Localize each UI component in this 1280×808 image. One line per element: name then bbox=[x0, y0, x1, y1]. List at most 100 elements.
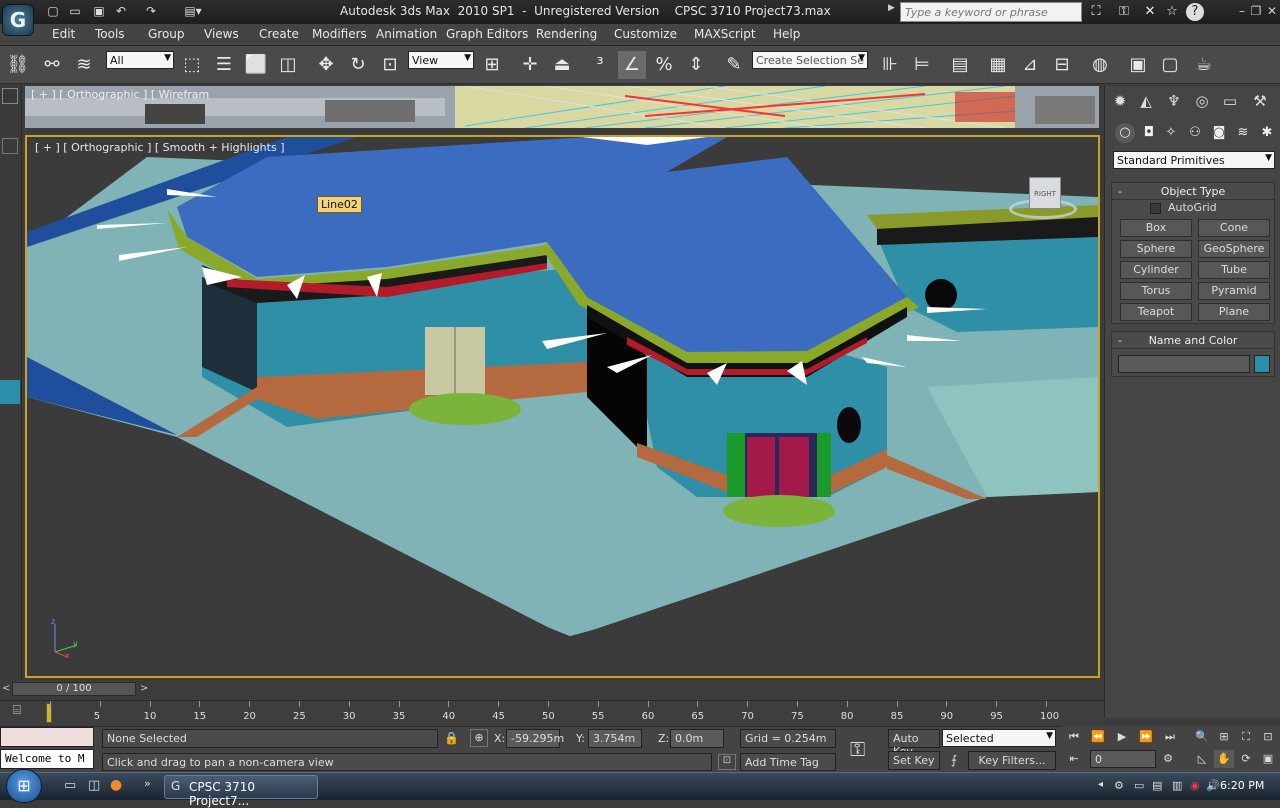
display-tab-icon[interactable]: ▭ bbox=[1219, 90, 1241, 112]
current-frame-field[interactable]: 0 bbox=[1090, 750, 1156, 768]
communication-center-icon[interactable]: ✕ bbox=[1140, 3, 1160, 21]
track-bar[interactable]: ⌸ 5 10 15 20 25 30 35 40 45 50 55 60 65 70 75 80 85 90 95 1… bbox=[0, 700, 1104, 726]
absolute-mode-icon[interactable]: ⊕ bbox=[470, 729, 488, 747]
previous-frame-icon[interactable]: ⏪ bbox=[1088, 728, 1108, 746]
select-and-scale-icon[interactable]: ⊡ bbox=[376, 51, 404, 79]
menu-create[interactable]: Create bbox=[259, 27, 299, 41]
named-selection-input[interactable]: Create Selection Se ▼ bbox=[752, 51, 868, 69]
search-input[interactable]: Type a keyword or phrase bbox=[900, 2, 1082, 22]
selection-filter-dropdown[interactable]: All ▼ bbox=[106, 51, 174, 69]
tray-display-icon[interactable]: ▤ bbox=[1152, 779, 1162, 792]
edit-named-selection-icon[interactable]: ✎ bbox=[720, 51, 748, 79]
helpers-icon[interactable]: ◙ bbox=[1209, 123, 1229, 143]
add-time-tag[interactable]: Add Time Tag bbox=[740, 753, 836, 771]
object-type-header[interactable]: - Object Type bbox=[1112, 183, 1274, 200]
time-prev-icon[interactable]: < bbox=[2, 683, 10, 694]
zoom-icon[interactable]: 🔍 bbox=[1192, 728, 1212, 746]
subscription-icon[interactable]: ⚿ bbox=[1114, 3, 1134, 21]
play-icon[interactable]: ▶ bbox=[1112, 728, 1132, 746]
time-configuration-icon[interactable]: ⚙ bbox=[1158, 750, 1178, 768]
help-icon[interactable]: ? bbox=[1186, 3, 1204, 21]
x-coordinate-field[interactable]: -59.295m bbox=[506, 729, 564, 748]
menu-animation[interactable]: Animation bbox=[376, 27, 437, 41]
systems-icon[interactable]: ✱ bbox=[1257, 123, 1277, 143]
y-coordinate-field[interactable]: 3.754m bbox=[588, 729, 642, 748]
material-editor-icon[interactable]: ◍ bbox=[1086, 51, 1114, 79]
menu-tools[interactable]: Tools bbox=[95, 27, 125, 41]
go-to-end-icon[interactable]: ⏭ bbox=[1160, 728, 1180, 746]
pivot-center-icon[interactable]: ⊞ bbox=[478, 51, 506, 79]
select-and-link-icon[interactable]: ⛓ bbox=[4, 51, 32, 79]
rectangular-selection-icon[interactable]: ⬜ bbox=[242, 51, 270, 79]
align-icon[interactable]: ⊨ bbox=[908, 51, 936, 79]
undo-icon[interactable]: ↶ bbox=[112, 3, 130, 20]
angle-snap-icon[interactable]: ∠ bbox=[618, 51, 646, 79]
tube-button[interactable]: Tube bbox=[1198, 261, 1270, 279]
maxscript-mini-listener-top[interactable] bbox=[0, 727, 94, 747]
top-viewport[interactable]: [ + ] [ Orthographic ] [ Wirefram bbox=[25, 86, 1099, 128]
select-manipulate-icon[interactable]: ✛ bbox=[516, 51, 544, 79]
key-tangent-icon[interactable]: ⨍ bbox=[944, 753, 964, 771]
graphite-ribbon-icon[interactable]: ▦ bbox=[984, 51, 1012, 79]
create-tab-icon[interactable]: ✹ bbox=[1109, 90, 1131, 112]
auto-key-button[interactable]: Auto Key bbox=[888, 729, 940, 758]
set-key-button[interactable]: Set Key bbox=[888, 751, 940, 770]
key-filters-button[interactable]: Key Filters... bbox=[968, 751, 1056, 770]
keyboard-shortcut-override-icon[interactable]: ⏏ bbox=[548, 51, 576, 79]
close-icon[interactable]: ✕ bbox=[1264, 2, 1280, 20]
viewport-label[interactable]: [ + ] [ Orthographic ] [ Smooth + Highli… bbox=[35, 141, 284, 154]
category-dropdown[interactable]: Standard Primitives ▼ bbox=[1113, 151, 1275, 169]
autogrid-checkbox[interactable] bbox=[1150, 203, 1161, 214]
tray-connection-icon[interactable]: ▥ bbox=[1172, 779, 1182, 792]
project-folder-icon[interactable]: ▤▾ bbox=[178, 3, 208, 20]
menu-customize[interactable]: Customize bbox=[614, 27, 677, 41]
binoculars-icon[interactable]: ⛶ bbox=[1086, 3, 1106, 21]
mirror-icon[interactable]: ⊪ bbox=[876, 51, 904, 79]
box-button[interactable]: Box bbox=[1120, 219, 1192, 237]
menu-help[interactable]: Help bbox=[773, 27, 800, 41]
go-to-start-icon[interactable]: ⏮ bbox=[1064, 728, 1084, 746]
select-and-move-icon[interactable]: ✥ bbox=[312, 51, 340, 79]
tray-monitor-icon[interactable]: ▭ bbox=[1134, 779, 1144, 792]
application-button[interactable]: G bbox=[2, 4, 34, 36]
teapot-button[interactable]: Teapot bbox=[1120, 303, 1192, 321]
unlink-icon[interactable]: ⚯ bbox=[38, 51, 66, 79]
render-production-icon[interactable]: ☕ bbox=[1190, 51, 1218, 79]
orbit-icon[interactable]: ⟳ bbox=[1236, 750, 1256, 768]
start-button[interactable]: ⊞ bbox=[6, 769, 42, 803]
object-name-input[interactable] bbox=[1118, 355, 1250, 373]
utilities-tab-icon[interactable]: ⚒ bbox=[1249, 90, 1271, 112]
bind-to-space-warp-icon[interactable]: ≋ bbox=[70, 51, 98, 79]
geosphere-button[interactable]: GeoSphere bbox=[1198, 240, 1270, 258]
curve-editor-icon[interactable]: ⊿ bbox=[1016, 51, 1044, 79]
maximize-viewport-icon[interactable]: ▣ bbox=[1258, 750, 1278, 768]
viewcube[interactable]: RIGHT bbox=[1009, 177, 1079, 221]
spinner-snap-icon[interactable]: ⇕ bbox=[682, 51, 710, 79]
menu-rendering[interactable]: Rendering bbox=[536, 27, 597, 41]
z-coordinate-field[interactable]: 0.0m bbox=[670, 729, 724, 748]
lock-selection-icon[interactable]: 🔒 bbox=[444, 731, 459, 745]
open-file-icon[interactable]: ▭ bbox=[66, 3, 84, 20]
snaps-toggle-icon[interactable]: ³ bbox=[586, 51, 614, 79]
menu-group[interactable]: Group bbox=[148, 27, 185, 41]
geometry-icon[interactable]: ○ bbox=[1115, 123, 1135, 143]
clock[interactable]: 6:20 PM bbox=[1220, 779, 1264, 792]
time-tag-icon[interactable]: ⊡ bbox=[718, 754, 736, 770]
tray-alert-icon[interactable]: ◉ bbox=[1190, 779, 1200, 792]
new-file-icon[interactable]: ▢ bbox=[44, 3, 62, 20]
time-slider[interactable]: 0 / 100 bbox=[12, 682, 136, 696]
object-color-swatch[interactable] bbox=[1254, 355, 1270, 373]
menu-views[interactable]: Views bbox=[204, 27, 239, 41]
key-mode-toggle-icon[interactable]: ⇤ bbox=[1064, 750, 1084, 768]
select-object-icon[interactable]: ⬚ bbox=[178, 51, 206, 79]
pan-view-icon[interactable]: ✋ bbox=[1214, 750, 1234, 768]
cone-button[interactable]: Cone bbox=[1198, 219, 1270, 237]
viewport-left-icon[interactable] bbox=[2, 138, 18, 154]
tray-expand-icon[interactable]: ◂ bbox=[1098, 779, 1103, 790]
task-3dsmax[interactable]: G CPSC 3710 Project7... bbox=[164, 775, 318, 808]
restore-icon[interactable]: ❐ bbox=[1248, 2, 1264, 20]
save-icon[interactable]: ▣ bbox=[90, 3, 108, 20]
reference-coordinate-dropdown[interactable]: View ▼ bbox=[408, 51, 474, 69]
next-frame-icon[interactable]: ⏩ bbox=[1136, 728, 1156, 746]
viewport-layout-icon[interactable] bbox=[2, 88, 18, 104]
